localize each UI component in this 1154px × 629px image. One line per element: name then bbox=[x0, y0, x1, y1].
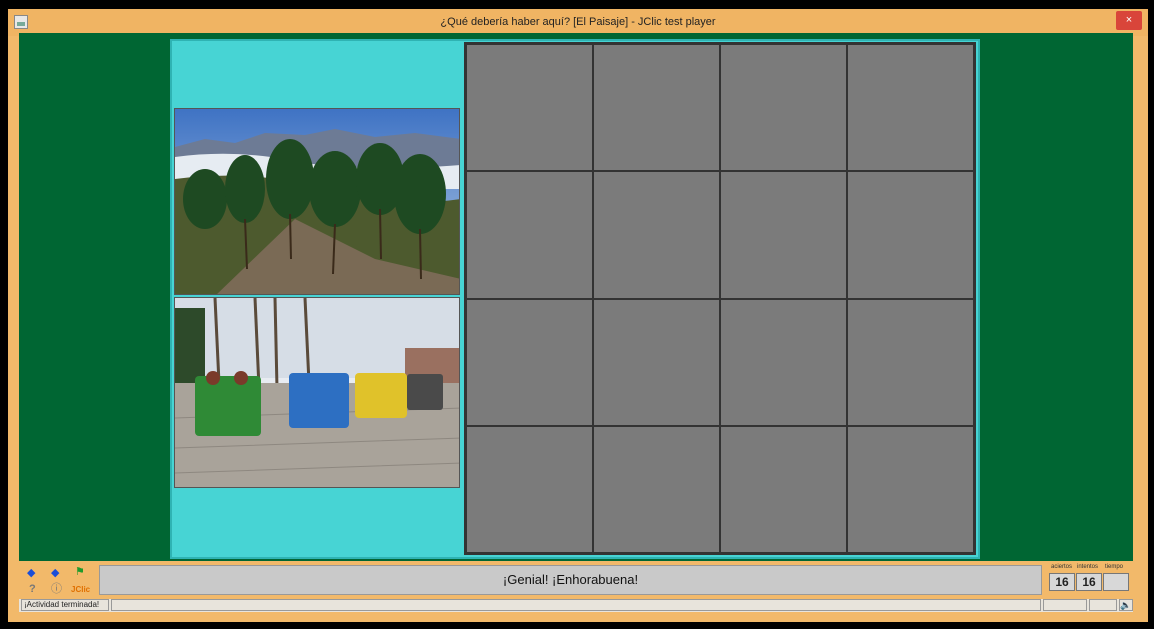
speaker-icon[interactable]: 🔈 bbox=[1119, 599, 1133, 611]
status-field bbox=[111, 599, 1041, 611]
back-arrow-icon[interactable]: ◆ bbox=[27, 567, 35, 579]
grid-cell[interactable] bbox=[593, 425, 720, 553]
grid-cell[interactable] bbox=[847, 171, 974, 299]
status-field bbox=[1089, 599, 1117, 611]
grid-cell[interactable] bbox=[847, 298, 974, 426]
jclic-logo-icon[interactable]: JClic bbox=[71, 584, 90, 596]
tiempo-label: tiempo bbox=[1105, 564, 1124, 570]
grid-cell[interactable] bbox=[466, 298, 593, 426]
grid-cell[interactable] bbox=[593, 298, 720, 426]
grid-cell[interactable] bbox=[847, 44, 974, 172]
close-icon[interactable]: × bbox=[1116, 11, 1142, 30]
tiempo-counter bbox=[1103, 573, 1129, 591]
help-icon[interactable]: ? bbox=[29, 583, 36, 595]
grid-cell[interactable] bbox=[466, 171, 593, 299]
aciertos-counter: 16 bbox=[1049, 573, 1075, 591]
window-title: ¿Qué debería haber aquí? [El Paisaje] - … bbox=[440, 16, 716, 28]
counters: aciertos intentos tiempo 16 16 bbox=[1045, 563, 1133, 597]
status-text: ¡Actividad terminada! bbox=[21, 599, 109, 611]
grid-cell[interactable] bbox=[847, 425, 974, 553]
reset-flag-icon[interactable]: ⚑ bbox=[75, 566, 85, 578]
nav-icons: ◆ ◆ ⚑ ? ⓘ JClic bbox=[23, 565, 95, 597]
status-bar: ¡Actividad terminada! 🔈 bbox=[19, 599, 1133, 612]
grid-cell[interactable] bbox=[720, 44, 847, 172]
recycling-bins-image bbox=[174, 297, 460, 488]
intentos-counter: 16 bbox=[1076, 573, 1102, 591]
grid-cell[interactable] bbox=[593, 44, 720, 172]
forest-landscape-image bbox=[174, 108, 460, 295]
grid-cell[interactable] bbox=[720, 171, 847, 299]
puzzle-grid bbox=[464, 42, 976, 555]
grid-cell[interactable] bbox=[593, 171, 720, 299]
title-bar: ¿Qué debería haber aquí? [El Paisaje] - … bbox=[8, 9, 1148, 36]
bottom-toolbar: ◆ ◆ ⚑ ? ⓘ JClic ¡Genial! ¡Enhorabuena! a… bbox=[19, 563, 1133, 598]
grid-cell[interactable] bbox=[720, 425, 847, 553]
message-box: ¡Genial! ¡Enhorabuena! bbox=[99, 565, 1042, 595]
info-icon[interactable]: ⓘ bbox=[51, 583, 62, 595]
grid-cell[interactable] bbox=[466, 44, 593, 172]
intentos-label: intentos bbox=[1077, 564, 1099, 570]
forward-arrow-icon[interactable]: ◆ bbox=[51, 567, 59, 579]
grid-cell[interactable] bbox=[466, 425, 593, 553]
aciertos-label: aciertos bbox=[1051, 564, 1073, 570]
grid-cell[interactable] bbox=[720, 298, 847, 426]
status-field bbox=[1043, 599, 1087, 611]
